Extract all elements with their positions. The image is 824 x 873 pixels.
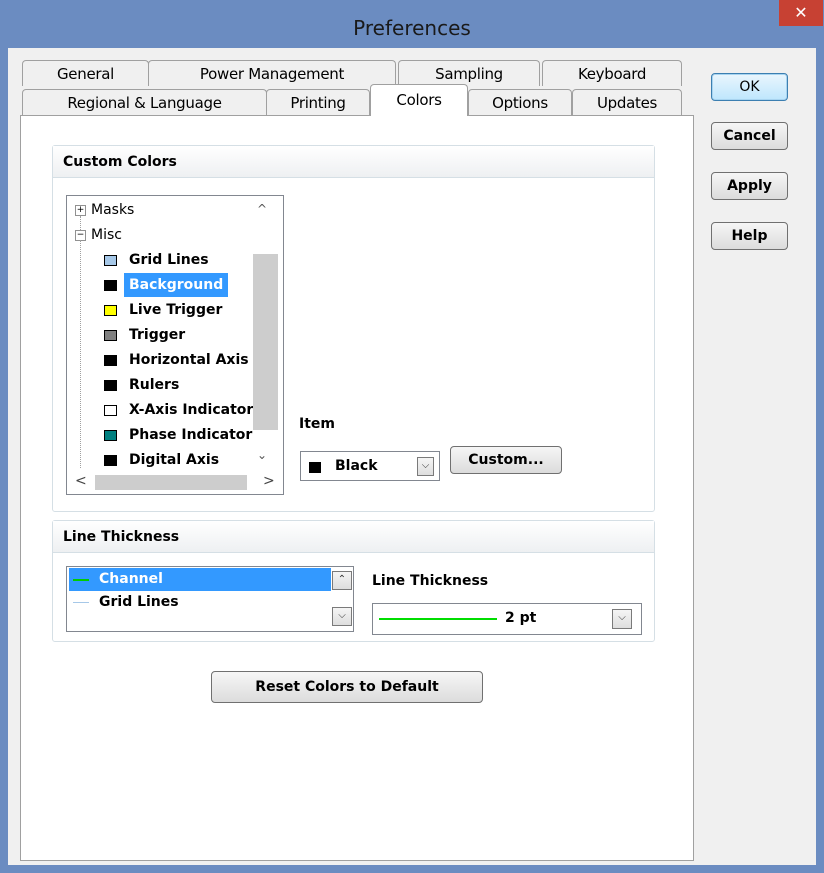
- cancel-button[interactable]: Cancel: [711, 122, 788, 150]
- custom-colors-group: Custom Colors + Masks −Misc Grid Lines: [52, 145, 655, 512]
- scroll-left-arrow-icon[interactable]: <: [75, 473, 87, 489]
- help-button[interactable]: Help: [711, 222, 788, 250]
- tab-keyboard[interactable]: Keyboard: [542, 60, 682, 86]
- tab-options[interactable]: Options: [468, 89, 572, 115]
- title-bar[interactable]: Preferences ✕: [0, 0, 824, 48]
- collapse-icon[interactable]: −: [75, 229, 86, 241]
- close-button[interactable]: ✕: [779, 0, 823, 26]
- chevron-down-icon[interactable]: ⌵: [417, 457, 434, 476]
- color-item-tree[interactable]: + Masks − Misc Grid Lines Background Liv…: [66, 195, 284, 495]
- tab-sampling[interactable]: Sampling: [398, 60, 540, 86]
- tree-item-trigger[interactable]: Trigger: [99, 323, 185, 347]
- scroll-down-arrow-icon[interactable]: ⌵: [332, 607, 352, 626]
- color-swatch: [309, 462, 321, 473]
- apply-button[interactable]: Apply: [711, 172, 788, 200]
- item-label: Item: [299, 416, 335, 432]
- chevron-down-icon[interactable]: ⌵: [612, 609, 632, 629]
- color-swatch: [104, 405, 117, 416]
- tree-connector: [80, 240, 81, 468]
- tree-connector: [80, 216, 81, 230]
- close-icon: ✕: [794, 3, 808, 22]
- ok-button[interactable]: OK: [711, 73, 788, 101]
- line-thickness-label: Line Thickness: [372, 573, 489, 589]
- color-swatch: [104, 380, 117, 391]
- tree-item-background[interactable]: Background: [99, 273, 229, 297]
- color-swatch: [104, 255, 117, 266]
- line-thickness-header: Line Thickness: [53, 521, 654, 553]
- tree-item-phase-indicator[interactable]: Phase Indicator: [99, 423, 252, 447]
- list-item-channel[interactable]: Channel: [69, 568, 331, 591]
- reset-colors-button[interactable]: Reset Colors to Default: [211, 671, 483, 703]
- tree-item-digital-axis[interactable]: Digital Axis: [99, 448, 219, 472]
- line-swatch: [73, 602, 89, 603]
- scroll-up-arrow-icon[interactable]: ^: [257, 202, 267, 216]
- tab-updates[interactable]: Updates: [572, 89, 682, 115]
- color-swatch: [104, 330, 117, 341]
- custom-color-button[interactable]: Custom...: [450, 446, 562, 474]
- item-color-select[interactable]: Black ⌵: [300, 451, 440, 481]
- line-swatch: [73, 579, 89, 581]
- color-swatch: [104, 280, 117, 291]
- colors-tab-panel: Custom Colors + Masks −Misc Grid Lines: [20, 115, 694, 861]
- color-swatch: [104, 305, 117, 316]
- tree-item-grid-lines[interactable]: Grid Lines: [99, 248, 209, 272]
- line-thickness-group: Line Thickness Channel Grid Lines ⌃ ⌵ Li…: [52, 520, 655, 642]
- color-swatch: [104, 455, 117, 466]
- line-preview: [379, 618, 497, 620]
- tree-node-label: Masks: [91, 202, 135, 218]
- preferences-window: Preferences ✕ General Power Management S…: [0, 0, 824, 873]
- color-swatch: [104, 430, 117, 441]
- custom-colors-header: Custom Colors: [53, 146, 654, 178]
- tree-node-misc[interactable]: − Misc: [75, 223, 122, 247]
- line-item-list[interactable]: Channel Grid Lines ⌃ ⌵: [66, 566, 354, 632]
- line-thickness-select[interactable]: 2 pt ⌵: [372, 603, 642, 635]
- tree-item-x-axis-indicator[interactable]: X-Axis Indicator: [99, 398, 253, 422]
- scroll-down-arrow-icon[interactable]: ⌄: [257, 448, 267, 462]
- tree-scroll-thumb[interactable]: [253, 254, 278, 430]
- tab-power-management[interactable]: Power Management: [148, 60, 396, 86]
- list-item-grid-lines[interactable]: Grid Lines: [69, 591, 331, 614]
- tab-printing[interactable]: Printing: [266, 89, 370, 115]
- tree-hscroll-thumb[interactable]: [95, 475, 247, 490]
- tree-node-label: Misc: [91, 227, 122, 243]
- tree-item-live-trigger[interactable]: Live Trigger: [99, 298, 222, 322]
- tab-regional-language[interactable]: Regional & Language: [22, 89, 267, 115]
- tab-colors[interactable]: Colors: [370, 84, 468, 116]
- scroll-up-arrow-icon[interactable]: ⌃: [332, 571, 352, 590]
- dialog-title: Preferences: [353, 16, 471, 40]
- expand-icon[interactable]: +: [75, 204, 86, 216]
- tab-general[interactable]: General: [22, 60, 149, 86]
- scroll-right-arrow-icon[interactable]: >: [263, 473, 275, 489]
- dialog-client: General Power Management Sampling Keyboa…: [8, 48, 816, 865]
- tree-item-horizontal-axis[interactable]: Horizontal Axis: [99, 348, 249, 372]
- color-swatch: [104, 355, 117, 366]
- tree-node-masks[interactable]: + Masks: [75, 198, 134, 222]
- tree-item-rulers[interactable]: Rulers: [99, 373, 179, 397]
